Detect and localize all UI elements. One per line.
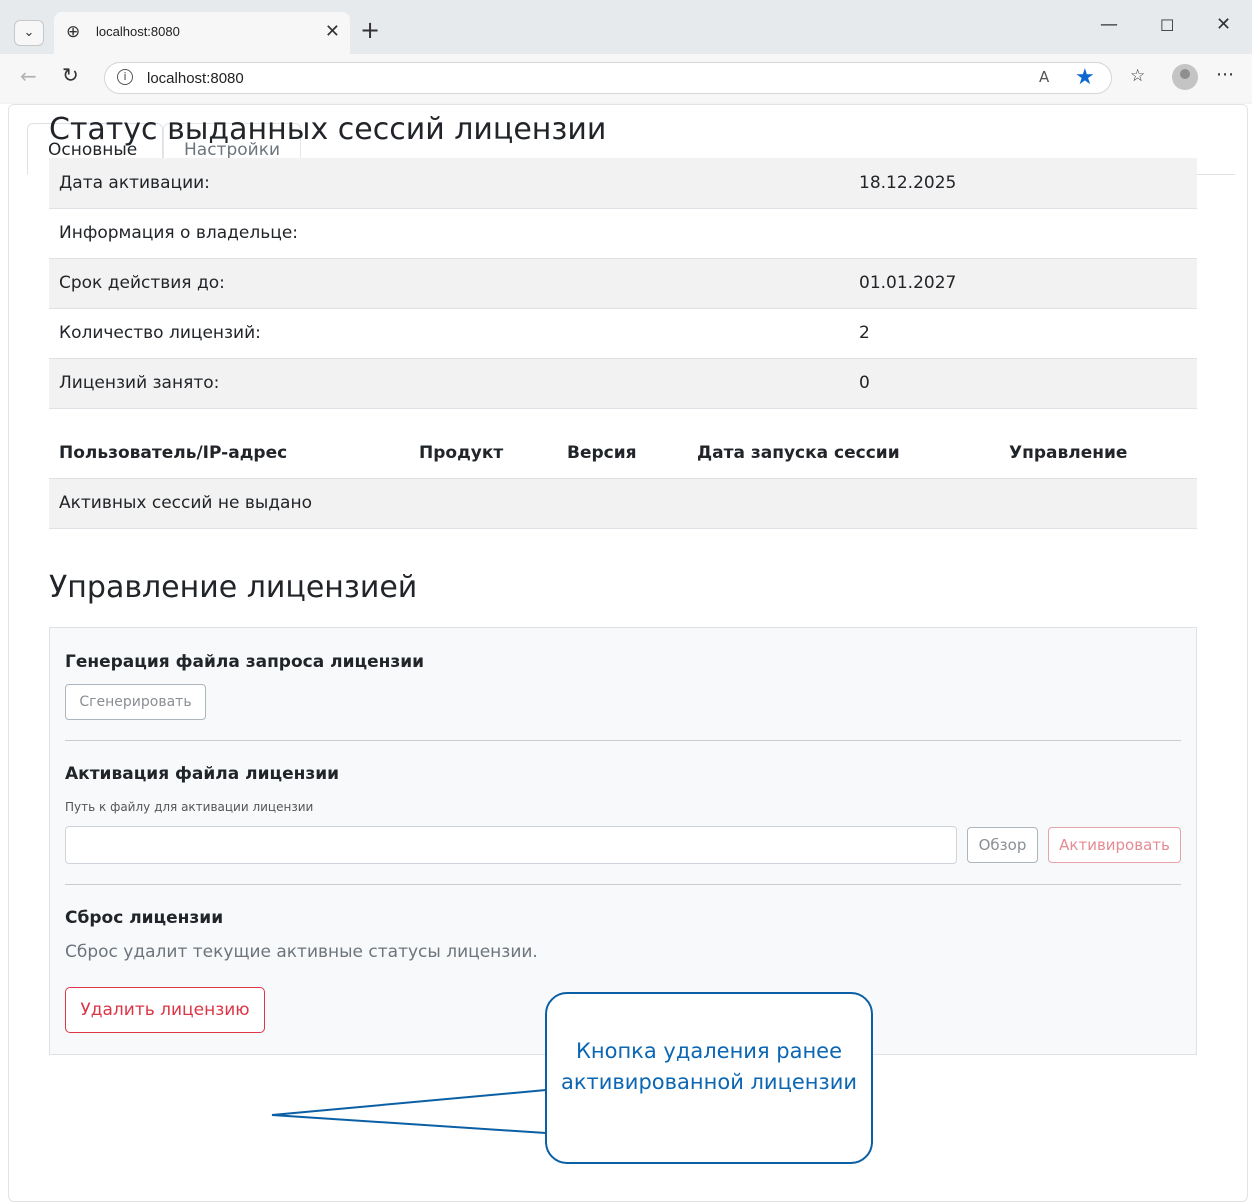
reset-title: Сброс лицензии (65, 908, 224, 928)
reload-icon[interactable]: ↻ (62, 63, 79, 87)
chevron-down-icon[interactable]: ⌄ (14, 20, 44, 46)
divider (65, 884, 1181, 885)
management-title: Управление лицензией (49, 570, 418, 605)
table-row: Активных сессий не выдано (49, 478, 1197, 529)
activate-title: Активация файла лицензии (65, 764, 340, 784)
browser-chrome: ⌄ ⊕ localhost:8080 ✕ + — ☐ ✕ ← ↻ i local… (0, 0, 1252, 104)
close-icon[interactable]: ✕ (325, 21, 340, 42)
browse-button[interactable]: Обзор (967, 827, 1038, 863)
header-version: Версия (557, 428, 687, 479)
info-icon[interactable]: i (117, 69, 133, 85)
read-aloud-icon[interactable]: A (1039, 68, 1049, 86)
callout-annotation: Кнопка удаления ранее активированной лиц… (545, 992, 873, 1164)
callout-text: Кнопка удаления ранее активированной лиц… (561, 1039, 857, 1094)
table-row: Дата активации: 18.12.2025 (49, 158, 1197, 209)
divider (65, 740, 1181, 741)
star-icon[interactable]: ★ (1075, 65, 1095, 90)
arrow-left-icon[interactable]: ← (20, 64, 37, 88)
header-product: Продукт (409, 428, 557, 479)
window-close-icon[interactable]: ✕ (1216, 14, 1231, 35)
header-start: Дата запуска сессии (687, 428, 999, 479)
generate-title: Генерация файла запроса лицензии (65, 652, 425, 672)
row-label: Информация о владельце: (49, 208, 849, 259)
file-path-label: Путь к файлу для активации лицензии (65, 800, 314, 814)
table-row: Количество лицензий: 2 (49, 308, 1197, 359)
generate-button[interactable]: Сгенерировать (65, 684, 206, 720)
maximize-icon[interactable]: ☐ (1160, 16, 1174, 35)
row-label: Лицензий занято: (49, 358, 849, 409)
row-label: Дата активации: (49, 158, 849, 209)
address-bar[interactable]: i localhost:8080 A ★ (104, 62, 1112, 94)
url-text[interactable]: localhost:8080 (147, 70, 244, 87)
row-value: 0 (849, 358, 1197, 409)
row-value (849, 208, 1197, 259)
table-row: Лицензий занято: 0 (49, 358, 1197, 409)
activate-button[interactable]: Активировать (1048, 827, 1181, 863)
globe-icon: ⊕ (66, 22, 81, 42)
more-icon[interactable]: ⋯ (1216, 64, 1234, 85)
row-label: Срок действия до: (49, 258, 849, 309)
reset-description: Сброс удалит текущие активные статусы ли… (65, 942, 538, 962)
status-table: Дата активации: 18.12.2025 Информация о … (49, 158, 1197, 409)
table-row: Срок действия до: 01.01.2027 (49, 258, 1197, 309)
browser-toolbar: ← ↻ i localhost:8080 A ★ ☆ ⋯ (0, 54, 1252, 102)
plus-icon[interactable]: + (360, 16, 380, 44)
browser-tab-title: localhost:8080 (96, 24, 180, 39)
tab-strip: ⌄ ⊕ localhost:8080 ✕ + — ☐ ✕ (0, 0, 1252, 62)
avatar-icon[interactable] (1172, 64, 1198, 90)
row-value: 01.01.2027 (849, 258, 1197, 309)
license-management-panel: Генерация файла запроса лицензии Сгенери… (49, 627, 1197, 1055)
table-header-row: Пользователь/IP-адрес Продукт Версия Дат… (49, 428, 1197, 479)
table-row: Информация о владельце: (49, 208, 1197, 259)
browser-tab[interactable]: ⊕ localhost:8080 ✕ (54, 12, 350, 54)
delete-license-button[interactable]: Удалить лицензию (65, 987, 265, 1033)
minimize-icon[interactable]: — (1100, 14, 1118, 35)
empty-sessions-text: Активных сессий не выдано (49, 478, 1197, 529)
row-label: Количество лицензий: (49, 308, 849, 359)
header-user: Пользователь/IP-адрес (49, 428, 409, 479)
row-value: 2 (849, 308, 1197, 359)
sessions-table: Пользователь/IP-адрес Продукт Версия Дат… (49, 428, 1197, 529)
favorites-icon[interactable]: ☆ (1130, 66, 1145, 86)
file-path-input[interactable] (65, 826, 957, 864)
row-value: 18.12.2025 (849, 158, 1197, 209)
header-control: Управление (999, 428, 1197, 479)
status-title: Статус выданных сессий лицензии (49, 112, 607, 147)
